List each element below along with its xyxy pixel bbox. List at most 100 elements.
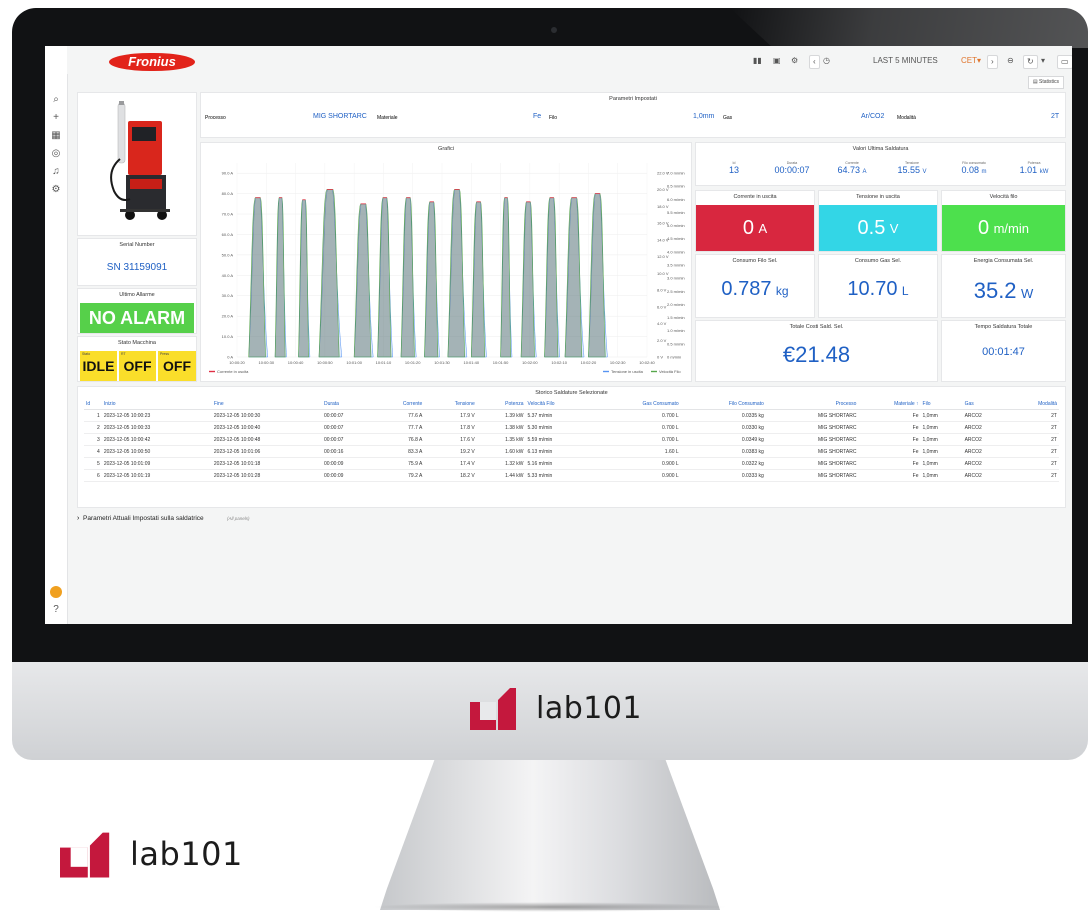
table-cell: Fe bbox=[858, 409, 921, 422]
top-bar: Fronius ▮▮ ▣ ⚙ ‹ ◷ LAST 5 MINUTES CET ▾ … bbox=[67, 46, 1072, 89]
y2-tick-label: 4.0 V bbox=[657, 321, 667, 326]
table-cell: 2T bbox=[1008, 457, 1059, 470]
statistics-button[interactable]: ▤ Statistics bbox=[1027, 76, 1064, 89]
tv-mode-icon[interactable]: ▭ bbox=[1057, 55, 1072, 69]
grid-icon[interactable]: ▦ bbox=[50, 130, 62, 142]
x-tick-label: 10:00:50 bbox=[317, 360, 333, 365]
y3-tick-label: 0 m/min bbox=[667, 355, 681, 360]
legend-label: Tensione in uscita bbox=[611, 369, 644, 374]
table-cell: 1,0mm bbox=[920, 433, 963, 446]
refresh-button[interactable]: ↻ bbox=[1023, 55, 1038, 69]
state-cell-label: Press bbox=[160, 352, 169, 356]
table-cell: 5.33 m/min bbox=[525, 469, 594, 482]
stat-value: 0.5 bbox=[857, 216, 886, 239]
table-cell: 1.35 kW bbox=[476, 433, 526, 446]
bell-icon[interactable]: ♫ bbox=[50, 166, 62, 178]
table-row[interactable]: 5 2023-12-05 10:01:09 2023-12-05 10:01:18 0… bbox=[84, 457, 1059, 470]
column-header[interactable]: Modalità bbox=[1008, 399, 1059, 410]
column-header[interactable]: Id bbox=[84, 399, 102, 410]
x-tick-label: 10:01:40 bbox=[463, 360, 479, 365]
column-header[interactable]: Inizio bbox=[101, 399, 212, 410]
wire-consumption-panel: Consumo Filo Sel. 0.787 kg bbox=[695, 254, 815, 318]
clock-icon: ◷ bbox=[823, 56, 830, 65]
table-cell: 0.900 L bbox=[593, 469, 681, 482]
stat-unit: m/min bbox=[993, 220, 1029, 236]
help-icon[interactable]: ? bbox=[50, 604, 62, 616]
stat-unit: kg bbox=[775, 284, 789, 298]
state-idle-cell: Stato IDLE bbox=[80, 351, 117, 381]
time-range-picker[interactable]: LAST 5 MINUTES bbox=[873, 55, 938, 67]
compass-icon[interactable]: ◎ bbox=[50, 148, 62, 160]
time-back-button[interactable]: ‹ bbox=[809, 55, 820, 69]
stat-value: 0 bbox=[978, 216, 990, 239]
column-header[interactable]: Fine bbox=[211, 399, 322, 410]
current-area bbox=[377, 197, 392, 358]
zoom-out-icon[interactable]: ⊖ bbox=[1007, 55, 1014, 67]
gear-icon[interactable]: ⚙ bbox=[50, 184, 62, 196]
last-weld-col: Id 13 bbox=[706, 161, 762, 175]
table-cell: 0.0335 kg bbox=[680, 409, 766, 422]
collapsed-row[interactable]: › Parametri Attuali Impostati sulla sald… bbox=[77, 512, 1066, 526]
table-cell: 2023-12-05 10:01:19 bbox=[101, 469, 212, 482]
plus-icon[interactable]: + bbox=[50, 112, 62, 124]
table-row[interactable]: 3 2023-12-05 10:00:42 2023-12-05 10:00:48 0… bbox=[84, 433, 1059, 446]
y2-tick-label: 6.0 V bbox=[657, 304, 667, 309]
refresh-interval-chevron-icon[interactable]: ▾ bbox=[1041, 55, 1045, 67]
table-cell: ARCO2 bbox=[962, 457, 1009, 470]
table-row[interactable]: 4 2023-12-05 10:00:50 2023-12-05 10:01:06 0… bbox=[84, 445, 1059, 458]
y3-tick-label: 3.5 m/min bbox=[667, 263, 685, 268]
table-cell: 4 bbox=[84, 445, 102, 458]
search-icon[interactable]: ⌕ bbox=[50, 94, 62, 106]
table-cell: 5 bbox=[84, 457, 102, 470]
material-label: Materiale bbox=[377, 115, 398, 121]
column-header[interactable]: Gas Consumato bbox=[593, 399, 681, 410]
wire-label: Filo bbox=[549, 115, 558, 121]
output-voltage-box: 0.5 V bbox=[819, 205, 937, 251]
table-cell: 1,0mm bbox=[920, 421, 963, 434]
add-panel-icon[interactable]: ▮▮ bbox=[753, 55, 762, 67]
column-header[interactable]: Corrente bbox=[373, 399, 425, 410]
state-cell-label: RT bbox=[121, 352, 126, 356]
chevron-down-icon[interactable]: ▾ bbox=[977, 55, 981, 67]
table-row[interactable]: 6 2023-12-05 10:01:19 2023-12-05 10:01:28 0… bbox=[84, 469, 1059, 482]
table-cell: 2023-12-05 10:00:48 bbox=[211, 433, 322, 446]
table-cell: 2023-12-05 10:00:23 bbox=[101, 409, 212, 422]
x-tick-label: 10:00:20 bbox=[229, 360, 245, 365]
serial-value: SN 31159091 bbox=[106, 262, 168, 273]
table-cell: 0.900 L bbox=[593, 457, 681, 470]
table-row[interactable]: 2 2023-12-05 10:00:33 2023-12-05 10:00:40 0… bbox=[84, 421, 1059, 434]
total-cost-panel: Totale Costi Sald. Sel. €21.48 bbox=[695, 320, 938, 382]
table-cell: Fe bbox=[858, 469, 921, 482]
sidebar: ⌕ + ▦ ◎ ♫ ⚙ ? bbox=[45, 46, 68, 624]
column-header[interactable]: Potenza bbox=[476, 399, 526, 410]
table-cell: 2023-12-05 10:00:33 bbox=[101, 421, 212, 434]
collapsed-row-sub: (All panels) bbox=[227, 516, 250, 521]
table-cell: 0.0349 kg bbox=[680, 433, 766, 446]
column-header[interactable]: Filo Consumato bbox=[680, 399, 766, 410]
x-tick-label: 10:00:30 bbox=[258, 360, 274, 365]
column-header[interactable]: Gas bbox=[962, 399, 1009, 410]
parameters-row: Processo MIG SHORTARC Materiale Fe Filo … bbox=[201, 113, 1065, 127]
column-header[interactable]: Materiale ↑ bbox=[858, 399, 921, 410]
output-current-panel: Corrente in uscita 0 A bbox=[695, 190, 815, 252]
column-header[interactable]: Filo bbox=[920, 399, 963, 410]
settings-icon[interactable]: ⚙ bbox=[791, 55, 798, 67]
last-weld-title: Valori Ultima Saldatura bbox=[852, 146, 909, 152]
last-weld-col-value: 00:00:07 bbox=[774, 165, 810, 175]
output-voltage-panel: Tensione in uscita 0.5 V bbox=[818, 190, 938, 252]
column-header[interactable]: Processo bbox=[765, 399, 859, 410]
column-header[interactable]: Velocità Filo bbox=[525, 399, 594, 410]
time-forward-button[interactable]: › bbox=[987, 55, 998, 69]
table-row[interactable]: 1 2023-12-05 10:00:23 2023-12-05 10:00:30 0… bbox=[84, 409, 1059, 422]
column-header[interactable]: Durata bbox=[321, 399, 374, 410]
last-weld-col-value: 1.01 kW bbox=[1019, 165, 1049, 175]
timezone-select[interactable]: CET bbox=[961, 55, 977, 67]
column-header[interactable]: Tensione bbox=[424, 399, 477, 410]
y2-tick-label: 18.0 V bbox=[657, 204, 669, 209]
save-icon[interactable]: ▣ bbox=[773, 55, 781, 67]
user-avatar-icon[interactable] bbox=[50, 586, 62, 598]
stat-unit: A bbox=[758, 220, 768, 236]
current-area bbox=[500, 197, 511, 358]
table-cell: 1.60 kW bbox=[476, 445, 526, 458]
table-cell: 83.3 A bbox=[373, 445, 425, 458]
